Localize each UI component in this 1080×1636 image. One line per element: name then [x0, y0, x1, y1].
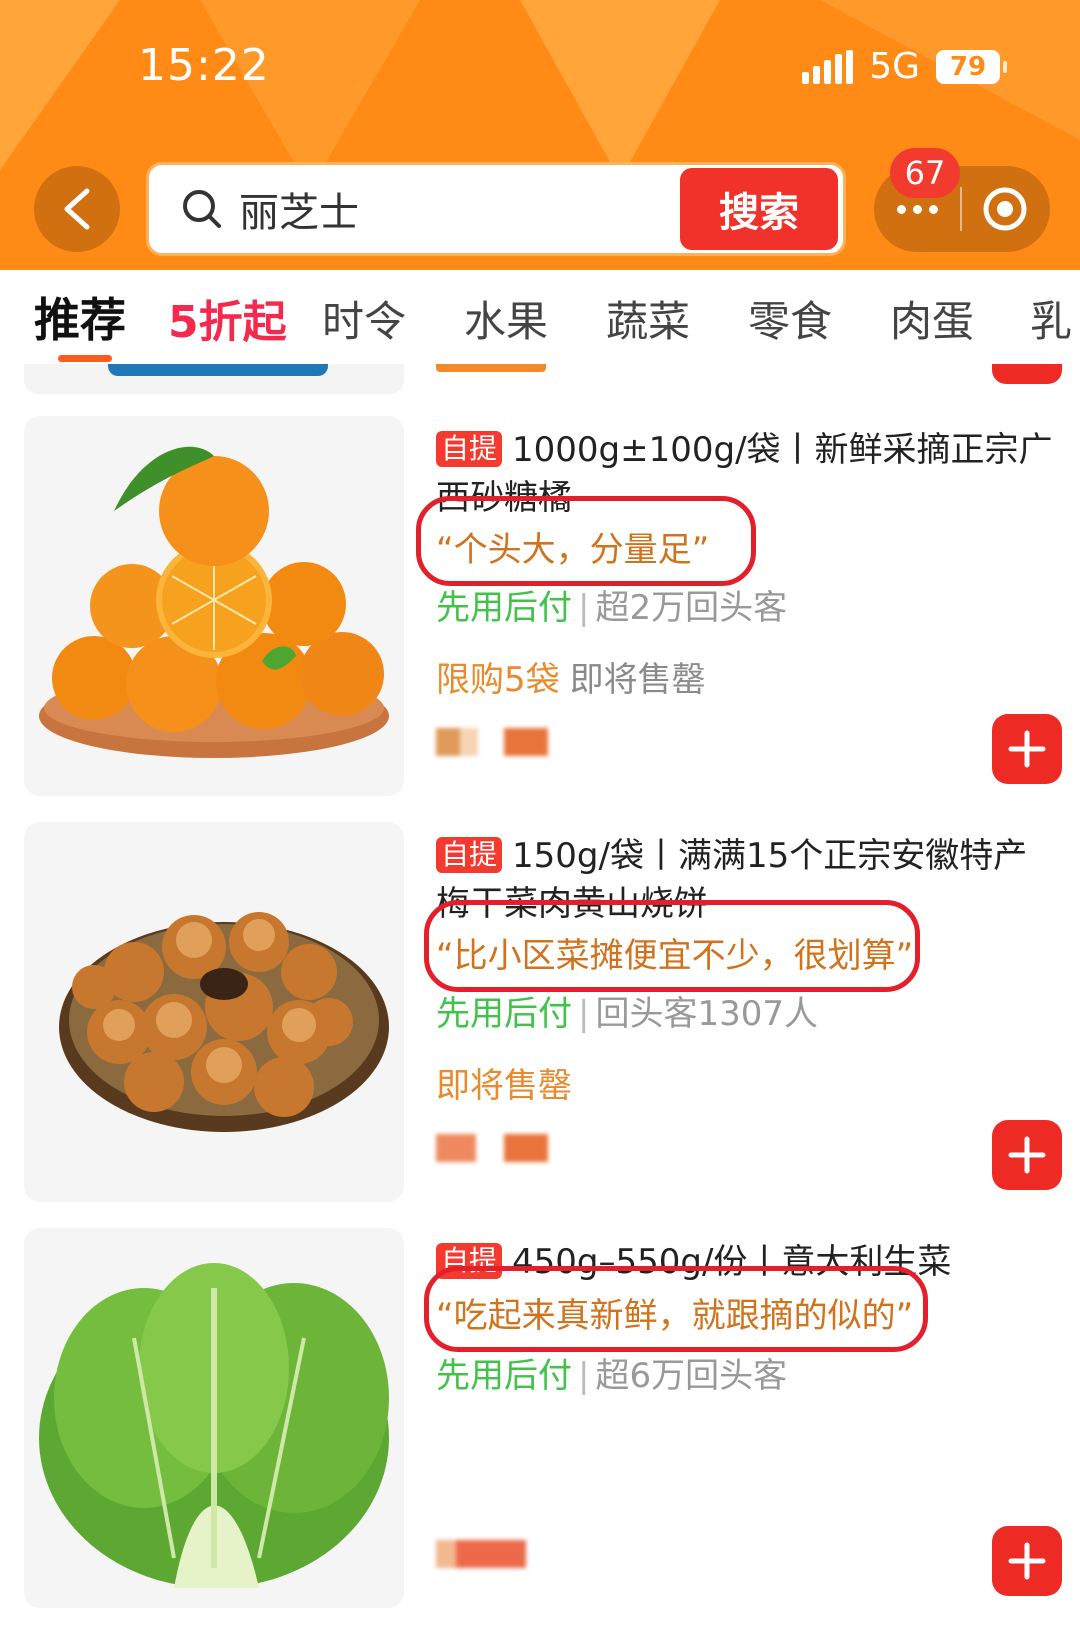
top-header: 15:22 5G 79 丽芝士 搜索 67 [0, 0, 1080, 270]
product-list[interactable]: 自提 1000g±100g/袋丨新鲜采摘正宗广西砂糖橘 “个头大，分量足” 先用后… [0, 364, 1080, 1636]
notification-badge: 67 [890, 148, 960, 198]
purchase-limit: 限购5袋 [436, 660, 560, 700]
back-button[interactable] [34, 166, 120, 252]
close-target-icon[interactable] [962, 185, 1048, 233]
stock-status: 即将售罄 [569, 660, 706, 700]
price-blurred [436, 1540, 526, 1568]
add-to-cart-button[interactable] [992, 714, 1062, 784]
plus-icon [1008, 730, 1046, 768]
status-time: 15:22 [138, 40, 270, 91]
payment-line: 先用后付 | 回头客1307人 [436, 994, 818, 1034]
price-blurred [436, 1134, 548, 1162]
payment-line: 先用后付 | 超2万回头客 [436, 588, 788, 628]
search-icon [183, 190, 221, 228]
payment-line: 先用后付 | 超6万回头客 [436, 1356, 788, 1396]
product-info: 自提 1000g±100g/袋丨新鲜采摘正宗广西砂糖橘 “个头大，分量足” 先用后… [416, 426, 1062, 796]
product-card-oranges[interactable]: 自提 1000g±100g/袋丨新鲜采摘正宗广西砂糖橘 “个头大，分量足” 先用后… [0, 416, 1080, 806]
product-image-lettuce[interactable] [24, 1228, 404, 1608]
review-quote: “个头大，分量足” [436, 530, 710, 570]
network-type: 5G [869, 46, 920, 87]
product-image-shaobing[interactable] [24, 822, 404, 1202]
pay-later-label: 先用后付 [436, 1356, 572, 1396]
tab-dairy[interactable]: 乳 [1030, 288, 1072, 349]
chevron-left-icon [64, 188, 90, 230]
product-card-shaobing[interactable]: 自提 150g/袋丨满满15个正宗安徽特产梅干菜肉黄山烧饼 “比小区菜摊便宜不少，… [0, 822, 1080, 1212]
stock-line: 限购5袋 即将售罄 [436, 652, 706, 701]
pay-later-label: 先用后付 [436, 994, 572, 1034]
more-icon[interactable] [874, 204, 960, 214]
tab-seasonal[interactable]: 时令 [322, 288, 406, 349]
tab-vegetables[interactable]: 蔬菜 [606, 288, 690, 349]
product-info: 自提 150g/袋丨满满15个正宗安徽特产梅干菜肉黄山烧饼 “比小区菜摊便宜不少，… [424, 832, 1062, 1202]
product-card-lettuce[interactable]: 自提 450g–550g/份丨意大利生菜 “吃起来真新鲜，就跟摘的似的” 先用后付… [0, 1228, 1080, 1618]
tab-snacks[interactable]: 零食 [748, 288, 832, 349]
add-to-cart-button[interactable] [992, 1526, 1062, 1596]
search-button[interactable]: 搜索 [680, 168, 838, 250]
price-blurred [436, 728, 548, 756]
battery-icon: 79 [936, 49, 1007, 84]
product-image-oranges[interactable] [24, 416, 404, 796]
repeat-customers: 回头客1307人 [595, 994, 818, 1034]
repeat-customers: 超2万回头客 [595, 588, 788, 628]
previous-product-text [436, 364, 546, 372]
category-tabs: 推荐 5折起 时令 水果 蔬菜 零食 肉蛋 乳 [0, 272, 1080, 364]
add-to-cart-button[interactable] [992, 1120, 1062, 1190]
pay-later-label: 先用后付 [436, 588, 572, 628]
tab-fruit[interactable]: 水果 [464, 288, 548, 349]
tab-half-price[interactable]: 5折起 [168, 286, 287, 350]
previous-product-image [24, 364, 404, 394]
search-input[interactable]: 丽芝士 [239, 180, 680, 238]
stock-status: 即将售罄 [436, 1066, 572, 1106]
tab-meat-eggs[interactable]: 肉蛋 [890, 288, 974, 349]
search-bar[interactable]: 丽芝士 搜索 [146, 162, 846, 256]
product-info: 自提 450g–550g/份丨意大利生菜 “吃起来真新鲜，就跟摘的似的” 先用后付… [424, 1238, 1062, 1608]
pickup-tag: 自提 [436, 837, 503, 873]
tab-recommend[interactable]: 推荐 [34, 284, 126, 350]
repeat-customers: 超6万回头客 [595, 1356, 788, 1396]
previous-add-button[interactable] [992, 364, 1062, 384]
plus-icon [1008, 1542, 1046, 1580]
active-tab-indicator [58, 355, 112, 362]
stock-line: 即将售罄 [436, 1058, 572, 1107]
signal-icon [802, 49, 854, 84]
pickup-tag: 自提 [436, 431, 503, 467]
review-quote: “比小区菜摊便宜不少，很划算” [436, 936, 914, 976]
status-indicators: 5G 79 [802, 46, 1007, 87]
review-quote: “吃起来真新鲜，就跟摘的似的” [436, 1296, 914, 1336]
plus-icon [1008, 1136, 1046, 1174]
